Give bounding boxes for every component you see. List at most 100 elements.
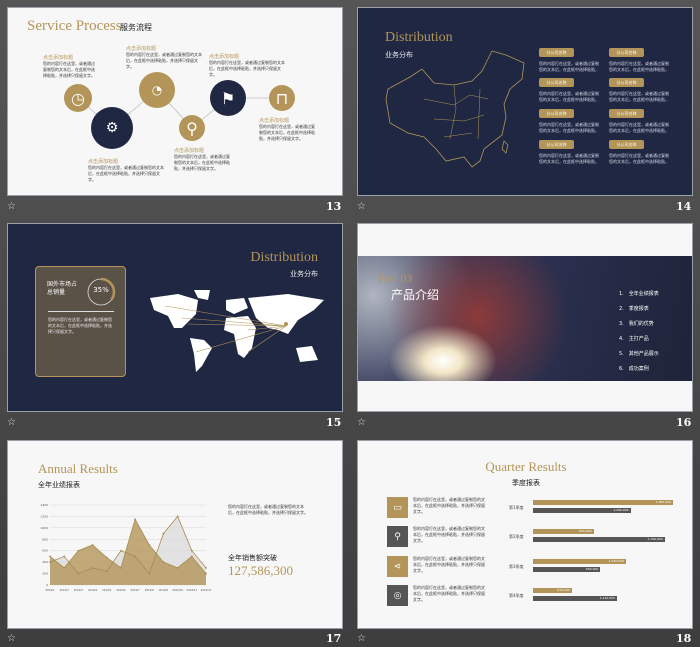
toc-number: 1. [619,291,624,297]
toc-item[interactable]: 4. 主打产品 [619,335,649,342]
data-point [205,566,207,569]
toc-item[interactable]: 2. 季度报表 [619,305,649,312]
x-tick-label: 2019/10 [172,588,183,592]
slide-transition-icon[interactable]: ☆ [357,201,366,212]
description: 您的内容打在这里，或者通过复制您的文本后，在此框中选择粘贴，并选择只保留文字。 [228,504,308,515]
data-point [120,566,122,569]
slide-subtitle: 季度报表 [512,479,540,487]
quarter-description: 您的内容打在这里，或者通过复制您的文本后，在此框中选择粘贴，并选择只保留文字。 [413,556,485,573]
shopping-bag-icon: ⊓ [269,85,295,111]
branch-description: 您的内容打在这里，或者通过复制您的文本后，在此框中选择粘贴，并选择只保留文字。 [539,153,599,164]
world-map [150,290,324,372]
quarter-description: 您的内容打在这里，或者通过复制您的文本后，在此框中选择粘贴，并选择只保留文字。 [413,497,485,514]
slide-transition-icon[interactable]: ☆ [357,633,366,644]
toc-label: 其他产品展示 [628,351,659,357]
toc-label: 全年业绩报表 [628,291,659,297]
annual-area-chart: 0 200 400 600 800 1000 1200 1400 2019/1 2019/2 201… [40,503,212,592]
quarter-bar: 1,230,000 [533,559,627,564]
text-block: 点击添加标题 您的内容打在这里，或者通过复制您的文本后，在此框中选择粘贴，并选择只… [88,159,164,182]
slide-transition-icon[interactable]: ☆ [357,417,366,428]
text-block: 点击添加标题 您的内容打在这里，或者通过复制您的文本后，在此框中选择粘贴，并选择只… [209,54,285,77]
toc-item[interactable]: 3. 我们的优势 [619,320,654,327]
y-tick-label: 400 [42,560,48,564]
toc-label: 成功案例 [628,366,649,372]
branch-description: 您的内容打在这里，或者通过复制您的文本后，在此框中选择粘贴，并选择只保留文字。 [539,61,599,72]
y-tick-label: 1000 [40,526,48,530]
branch-description: 您的内容打在这里，或者通过复制您的文本后，在此框中选择粘贴，并选择只保留文字。 [609,153,669,164]
slide-thumbnail-15[interactable]: Distribution 业务分布 国外市场占总销量 35% 您的内容打在这里，… [7,223,343,412]
slide-number: 17 [326,632,342,645]
x-tick-label: 2019/5 [102,588,111,592]
text-block: 点击添加标题 您的内容打在这里，或者通过复制您的文本后，在此框中选择粘贴，并选择只… [43,55,95,78]
slide-thumbnail-16[interactable]: Part 03 产品介绍 1. 全年业绩报表 2. 季度报表 3. 我们的优势 4. 主打产品… [357,223,693,412]
y-tick-label: 800 [42,537,48,541]
branch-name-tag: 分公司名称 [609,140,644,149]
branch-name-tag: 分公司名称 [609,48,644,57]
toc-number: 3. [619,321,624,327]
search-icon: ⚲ [387,526,408,547]
x-tick-label: 2019/1 [45,588,54,592]
location-pin-icon: ⚲ [179,115,205,141]
slide-transition-icon[interactable]: ☆ [7,417,16,428]
slide-title: Distribution [385,30,453,45]
slide-thumbnail-13[interactable]: Service Process 服务流程 ◷ ⚙ ◔ ⚲ ⚑ ⊓ 点击添加标题您… [7,7,343,196]
quarter-description: 您的内容打在这里，或者通过复制您的文本后，在此框中选择粘贴，并选择只保留文字。 [413,585,485,602]
x-tick-label: 2019/7 [131,588,140,592]
slide-thumbnail-14[interactable]: Distribution 业务分布 分公司名称 您的内容打在这里，或者通过复制您的… [357,7,693,196]
slide-transition-icon[interactable]: ☆ [7,201,16,212]
branch-name-tag: 分公司名称 [539,48,574,57]
branch-name-tag: 分公司名称 [539,78,574,87]
x-tick-label: 2019/6 [116,588,125,592]
y-tick-label: 0 [46,583,48,587]
branch-name-tag: 分公司名称 [539,109,574,118]
total-label: 全年销售额突破 [228,554,277,562]
x-tick-label: 2019/9 [159,588,168,592]
text-block: 点击添加标题 您的内容打在这里，或者通过复制您的文本后，在此框中选择粘贴，并选择只… [174,148,230,171]
quarter-description: 您的内容打在这里，或者通过复制您的文本后，在此框中选择粘贴，并选择只保留文字。 [413,526,485,543]
data-point [190,555,193,558]
data-point [49,555,51,558]
text-block: 点击添加标题 您的内容打在这里，或者通过复制您的文本后，在此框中选择粘贴，并选择只… [126,46,202,69]
quarter-bar: 1,290,000 [533,508,631,513]
slide-transition-icon[interactable]: ☆ [7,633,16,644]
toc-item[interactable]: 1. 全年业绩报表 [619,290,659,297]
data-point [91,544,94,546]
x-tick-label: 2019/12 [201,588,212,592]
toc-number: 6. [619,366,624,372]
branch-description: 您的内容打在这里，或者通过复制您的文本后，在此框中选择粘贴，并选择只保留文字。 [609,91,669,102]
data-point [77,549,80,552]
data-point [162,532,165,535]
x-tick-label: 2019/4 [88,588,97,592]
clock-icon: ◷ [64,84,92,112]
slide-number: 18 [676,632,692,645]
divider [48,311,114,312]
quarter-label: 第2季度 [509,534,524,539]
branch-description: 您的内容打在这里，或者通过复制您的文本后，在此框中选择粘贴，并选择只保留文字。 [539,122,599,133]
toc-number: 5. [619,351,624,357]
slide-thumbnail-17[interactable]: Annual Results 全年业绩报表 0 200 400 600 800 1000 1… [7,440,343,629]
data-point [63,566,66,569]
slide-title: Annual Results [38,461,118,476]
y-tick-label: 1200 [40,514,48,518]
total-value: 127,586,300 [228,563,293,578]
stat-value: 35% [93,286,109,294]
data-point [134,555,136,558]
data-point [148,572,151,575]
data-point [190,549,193,552]
gear-icon: ◎ [387,585,408,606]
stat-description: 您的内容打在这里，或者通过复制您的文本后，在此框中选择粘贴，并选择只保留文字。 [48,317,112,334]
slide-number: 15 [326,416,342,429]
x-tick-label: 2019/11 [186,588,197,592]
quarter-label: 第3季度 [509,564,524,569]
gear-icon: ⚙ [91,107,133,149]
slide-title: Quarter Results [485,459,567,474]
slide-thumbnail-18[interactable]: Quarter Results 季度报表 ▭ 您的内容打在这里，或者通过复制您的文… [357,440,693,629]
briefcase-icon: ▭ [387,497,408,518]
quarter-bar: 1,110,000 [533,596,617,601]
toc-item[interactable]: 6. 成功案例 [619,365,649,372]
data-point [176,515,179,518]
toc-item[interactable]: 5. 其他产品展示 [619,350,659,357]
y-tick-label: 200 [42,572,48,576]
branch-name-tag: 分公司名称 [609,109,644,118]
quarter-bar: 800,000 [533,529,594,534]
